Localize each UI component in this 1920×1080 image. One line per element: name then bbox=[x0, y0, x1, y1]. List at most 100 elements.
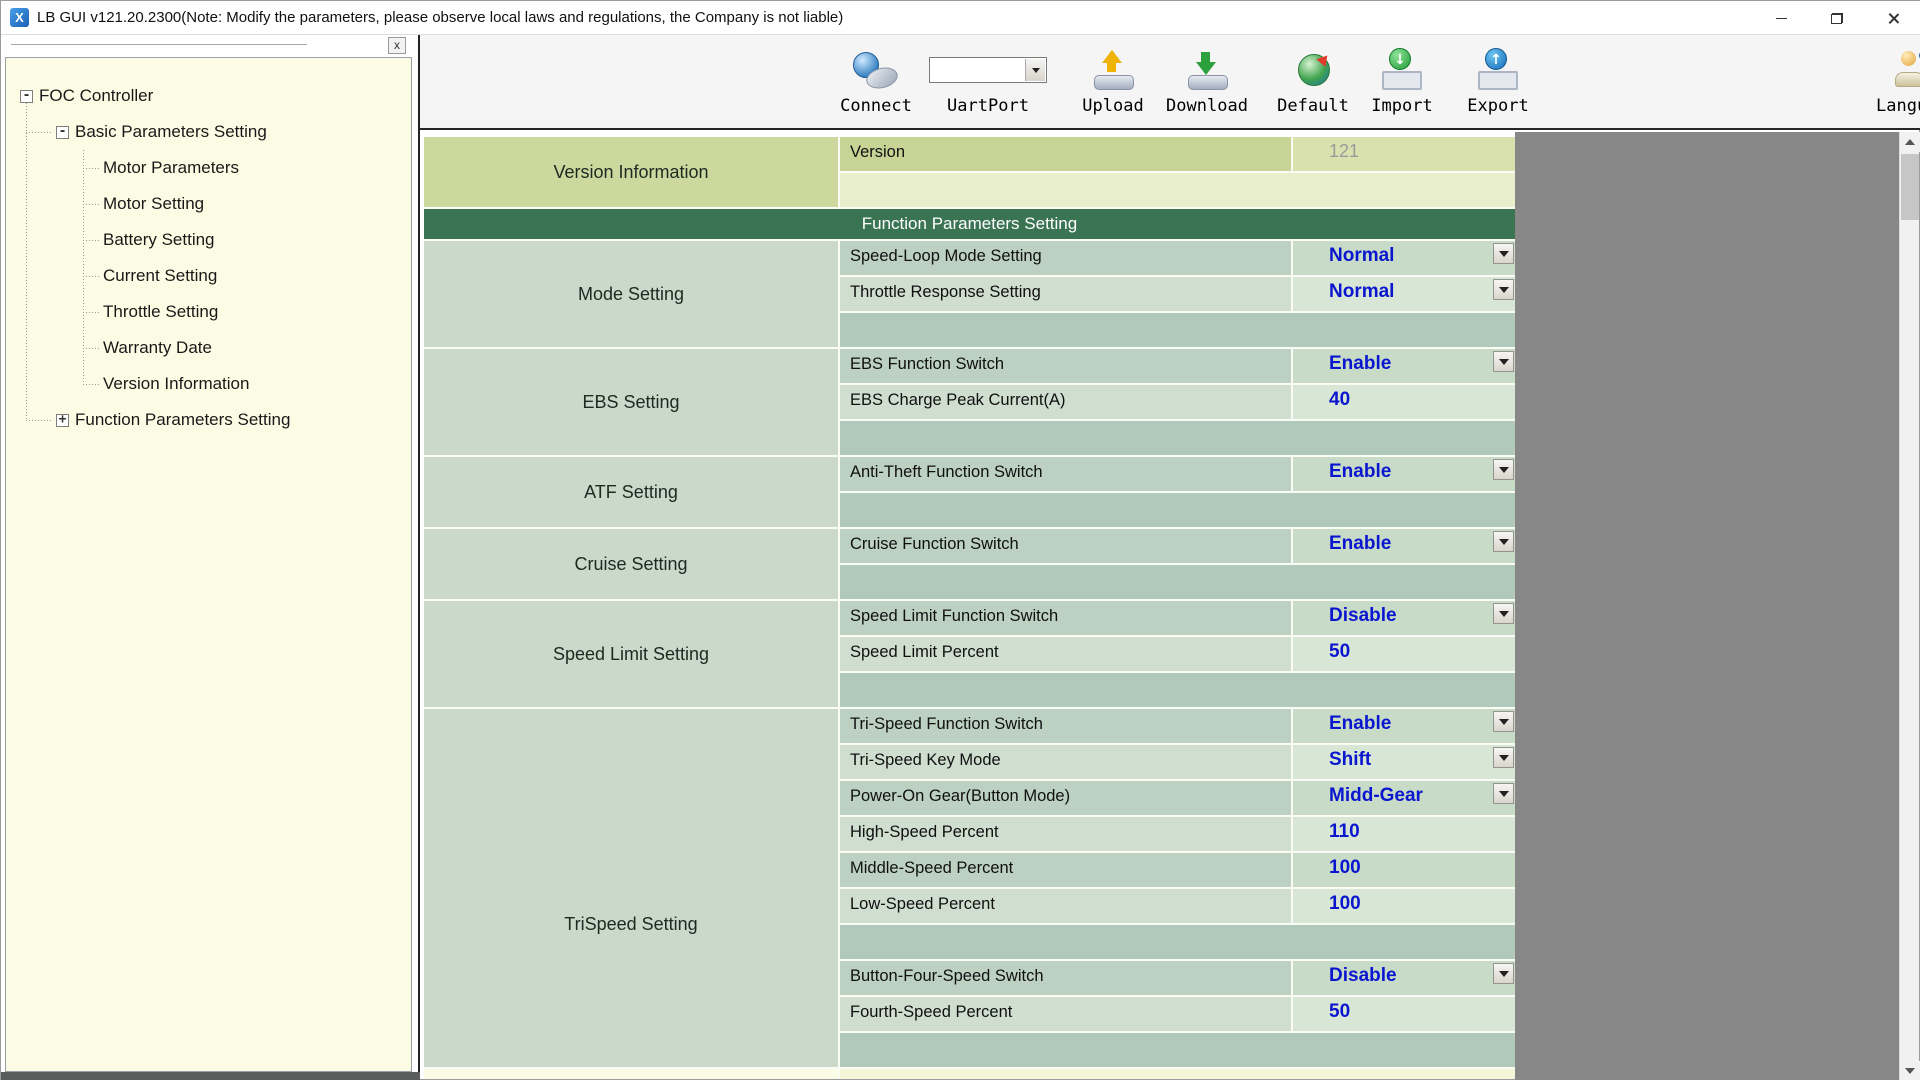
close-button[interactable] bbox=[1865, 1, 1920, 35]
dropdown-button[interactable] bbox=[1493, 963, 1514, 984]
tree-item-battery-setting[interactable]: Battery Setting bbox=[6, 222, 411, 258]
sidebar-grip[interactable] bbox=[11, 44, 307, 47]
scrollbar-thumb[interactable] bbox=[1901, 154, 1919, 220]
param-label-version: Version bbox=[840, 137, 1291, 171]
tree-item-basic-parameters-setting[interactable]: -Basic Parameters Setting bbox=[6, 114, 411, 150]
tree-item-label: Basic Parameters Setting bbox=[75, 122, 267, 142]
toolbar-item-uartport[interactable]: UartPort bbox=[918, 45, 1058, 127]
param-value-throttle-response-setting[interactable]: Normal bbox=[1293, 277, 1515, 311]
collapse-icon[interactable]: - bbox=[20, 90, 33, 103]
dropdown-arrow-icon bbox=[1499, 755, 1509, 761]
param-value-text: 50 bbox=[1329, 641, 1350, 663]
param-value-ebs-function-switch[interactable]: Enable bbox=[1293, 349, 1515, 383]
param-value-speed-limit-function-switch[interactable]: Disable bbox=[1293, 601, 1515, 635]
group-cell-version-information: Version Information bbox=[424, 137, 838, 207]
sidebar-header: x bbox=[5, 35, 412, 57]
param-value-text: Disable bbox=[1329, 605, 1397, 627]
section-header: Function Parameters Setting bbox=[424, 209, 1515, 239]
param-value-text: Shift bbox=[1329, 749, 1371, 771]
dropdown-button[interactable] bbox=[1493, 279, 1514, 300]
tree-item-label: Current Setting bbox=[103, 266, 217, 286]
param-value-middle-speed-percent[interactable]: 100 bbox=[1293, 853, 1515, 887]
dropdown-button[interactable] bbox=[1493, 531, 1514, 552]
download-icon bbox=[1184, 48, 1230, 92]
param-value-cruise-function-switch[interactable]: Enable bbox=[1293, 529, 1515, 563]
tree-item-function-parameters-setting[interactable]: + Function Parameters Setting bbox=[6, 402, 411, 438]
dropdown-button[interactable] bbox=[1493, 603, 1514, 624]
tree-connector bbox=[83, 240, 99, 241]
toolbar-item-export[interactable]: Export bbox=[1428, 45, 1568, 127]
connect-icon bbox=[853, 48, 899, 92]
tree-item-current-setting[interactable]: Current Setting bbox=[6, 258, 411, 294]
uartport-dropdown-button[interactable] bbox=[1025, 59, 1045, 81]
toolbar-item-label: Language bbox=[1847, 96, 1920, 116]
restore-icon bbox=[1831, 13, 1843, 24]
tree-item-foc-controller[interactable]: -FOC Controller bbox=[6, 78, 411, 114]
tree-item-motor-parameters[interactable]: Motor Parameters bbox=[6, 150, 411, 186]
param-value-power-on-gear-button-mode[interactable]: Midd-Gear bbox=[1293, 781, 1515, 815]
scroll-down-button[interactable] bbox=[1900, 1061, 1920, 1080]
param-value-speed-loop-mode-setting[interactable]: Normal bbox=[1293, 241, 1515, 275]
toolbar-item-language[interactable]: Language bbox=[1847, 45, 1920, 127]
parameter-table: Version121Version InformationFunction Pa… bbox=[424, 137, 1515, 1079]
vertical-scrollbar[interactable] bbox=[1899, 132, 1919, 1080]
tree-item-label: Function Parameters Setting bbox=[75, 410, 290, 430]
param-value-text: Normal bbox=[1329, 281, 1394, 303]
param-value-text: Enable bbox=[1329, 353, 1391, 375]
tree-item-motor-setting[interactable]: Motor Setting bbox=[6, 186, 411, 222]
param-value-text: Disable bbox=[1329, 965, 1397, 987]
maximize-button[interactable] bbox=[1809, 1, 1865, 35]
spacer-row bbox=[840, 673, 1515, 707]
close-icon bbox=[1887, 12, 1900, 25]
sidebar-close-button[interactable]: x bbox=[388, 37, 406, 54]
param-label-fourth-speed-percent: Fourth-Speed Percent bbox=[840, 997, 1291, 1031]
param-label-throttle-response-setting: Throttle Response Setting bbox=[840, 277, 1291, 311]
param-value-button-four-speed-switch[interactable]: Disable bbox=[1293, 961, 1515, 995]
dropdown-arrow-icon bbox=[1499, 467, 1509, 473]
param-value-text: Normal bbox=[1329, 245, 1394, 267]
tree-item-label: Throttle Setting bbox=[103, 302, 218, 322]
dropdown-arrow-icon bbox=[1032, 68, 1040, 73]
tree-item-version-information[interactable]: Version Information bbox=[6, 366, 411, 402]
scroll-up-button[interactable] bbox=[1900, 132, 1920, 152]
window-title: LB GUI v121.20.2300(Note: Modify the par… bbox=[37, 9, 843, 26]
title-bar: X LB GUI v121.20.2300(Note: Modify the p… bbox=[1, 1, 1920, 35]
spacer-row bbox=[840, 1033, 1515, 1067]
minimize-icon bbox=[1776, 18, 1787, 19]
param-value-tri-speed-function-switch[interactable]: Enable bbox=[1293, 709, 1515, 743]
partial-next-row bbox=[840, 1069, 1515, 1079]
dropdown-button[interactable] bbox=[1493, 711, 1514, 732]
tree-item-label: Version Information bbox=[103, 374, 249, 394]
param-value-speed-limit-percent[interactable]: 50 bbox=[1293, 637, 1515, 671]
tree-connector bbox=[83, 312, 99, 313]
minimize-button[interactable] bbox=[1753, 1, 1809, 35]
tree-connector bbox=[83, 276, 99, 277]
collapse-icon[interactable]: - bbox=[56, 126, 69, 139]
dropdown-button[interactable] bbox=[1493, 351, 1514, 372]
param-value-low-speed-percent[interactable]: 100 bbox=[1293, 889, 1515, 923]
param-value-fourth-speed-percent[interactable]: 50 bbox=[1293, 997, 1515, 1031]
tree-item-throttle-setting[interactable]: Throttle Setting bbox=[6, 294, 411, 330]
param-value-tri-speed-key-mode[interactable]: Shift bbox=[1293, 745, 1515, 779]
param-value-anti-theft-function-switch[interactable]: Enable bbox=[1293, 457, 1515, 491]
dropdown-arrow-icon bbox=[1499, 251, 1509, 257]
dropdown-button[interactable] bbox=[1493, 747, 1514, 768]
tree-item-label: FOC Controller bbox=[39, 86, 153, 106]
param-value-high-speed-percent[interactable]: 110 bbox=[1293, 817, 1515, 851]
dropdown-button[interactable] bbox=[1493, 243, 1514, 264]
uartport-combo[interactable] bbox=[929, 57, 1047, 83]
param-value-ebs-charge-peak-current-a[interactable]: 40 bbox=[1293, 385, 1515, 419]
expand-icon[interactable]: + bbox=[56, 414, 69, 427]
dropdown-button[interactable] bbox=[1493, 783, 1514, 804]
group-cell-cruise-setting: Cruise Setting bbox=[424, 529, 838, 599]
app-logo-icon: X bbox=[10, 8, 29, 27]
param-value-text: 40 bbox=[1329, 389, 1350, 411]
dropdown-button[interactable] bbox=[1493, 459, 1514, 480]
toolbar-item-label: UartPort bbox=[918, 96, 1058, 116]
table-filler bbox=[1515, 132, 1899, 1080]
param-label-high-speed-percent: High-Speed Percent bbox=[840, 817, 1291, 851]
tree-item-warranty-date[interactable]: Warranty Date bbox=[6, 330, 411, 366]
dropdown-arrow-icon bbox=[1499, 359, 1509, 365]
param-value-text: Midd-Gear bbox=[1329, 785, 1423, 807]
dropdown-arrow-icon bbox=[1499, 611, 1509, 617]
